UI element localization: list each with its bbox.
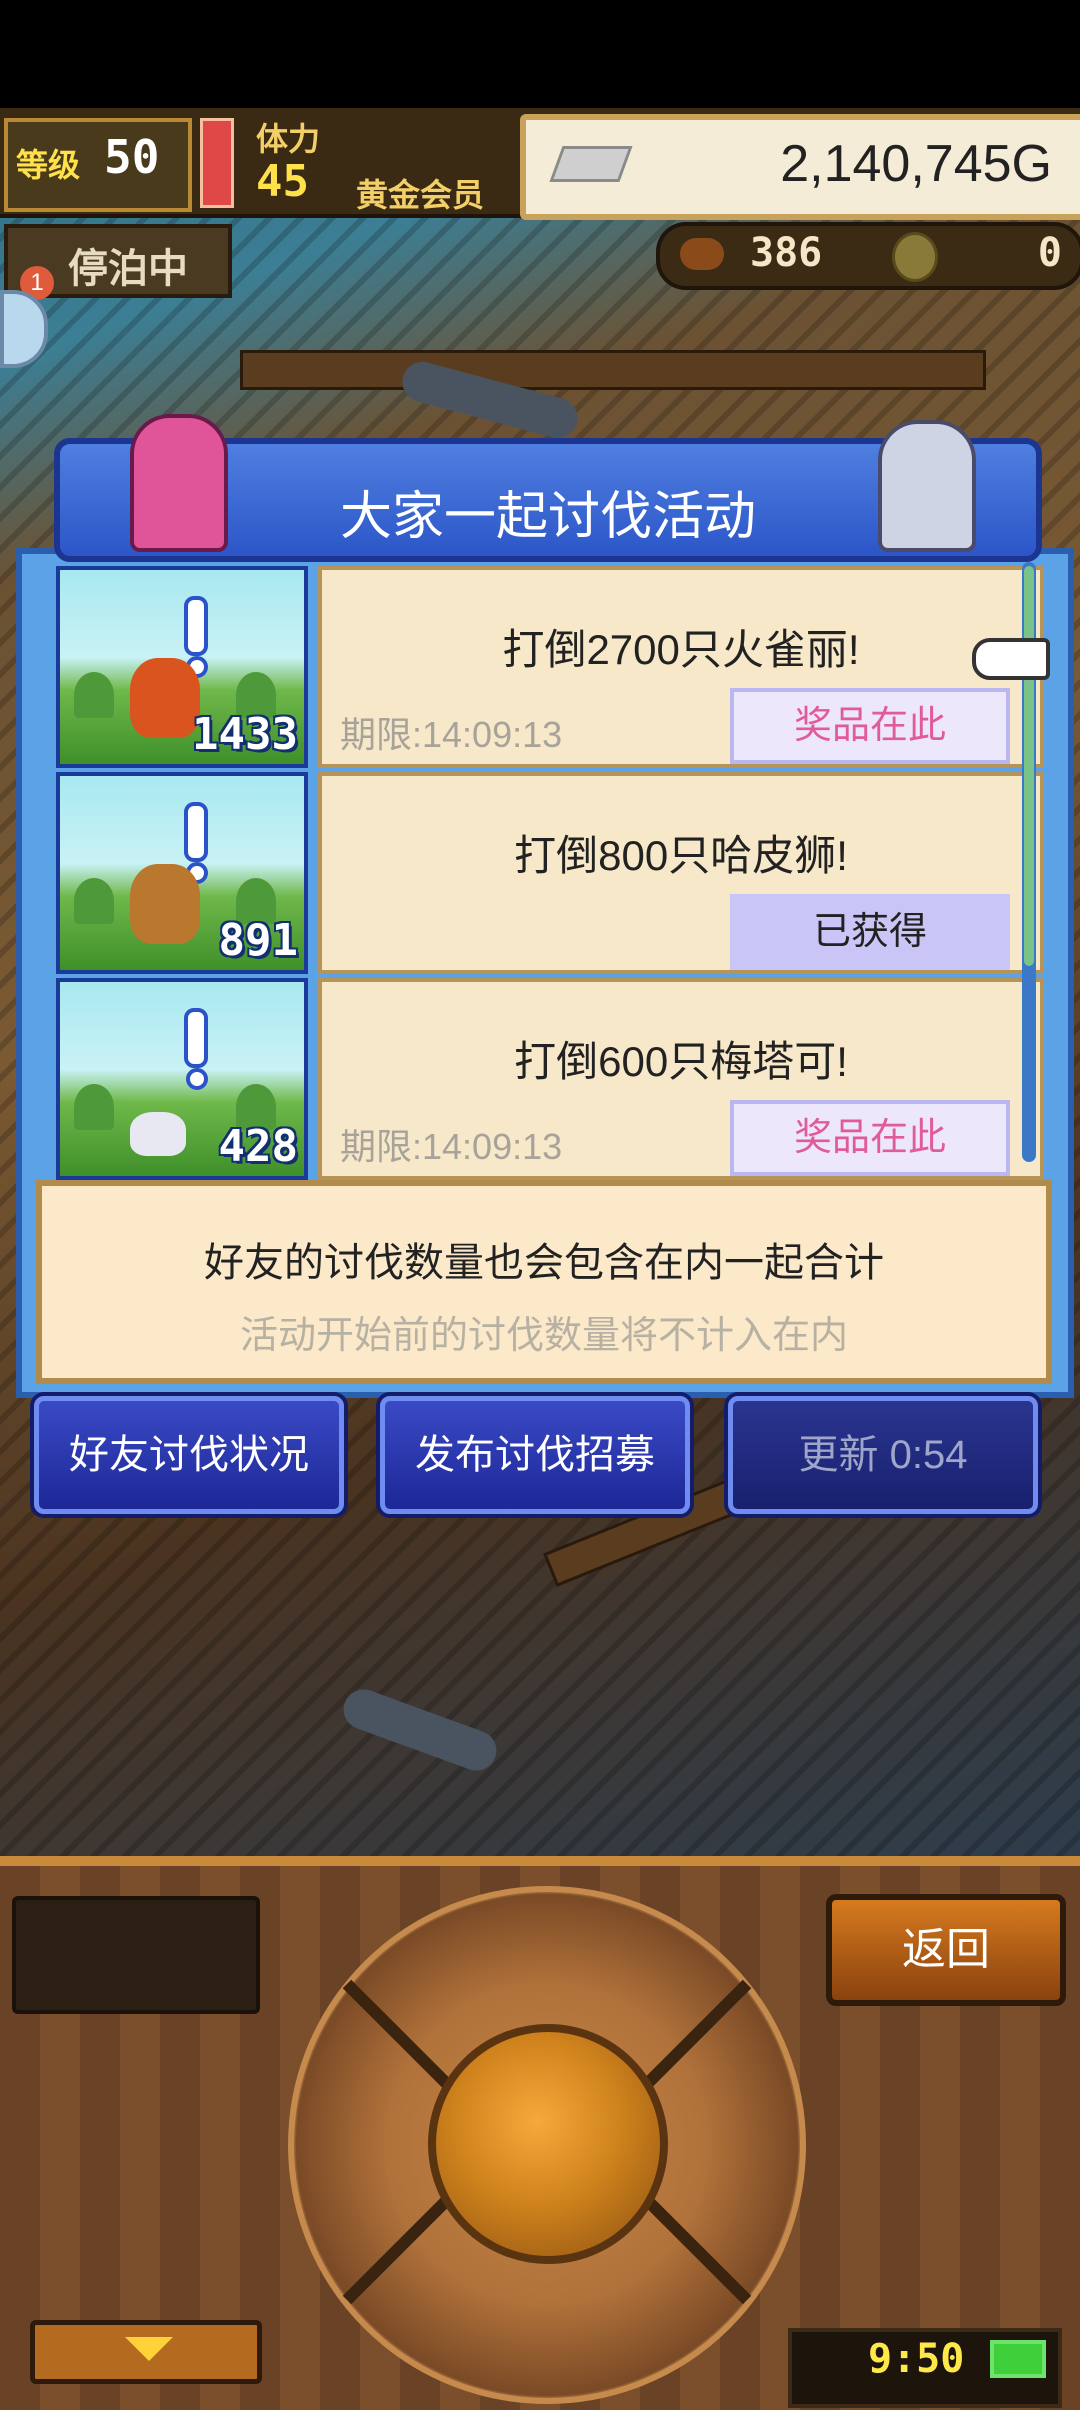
silver-bar-icon (549, 146, 633, 182)
food-count: 386 (750, 230, 823, 276)
control-panel: 返回 (0, 1856, 1080, 2410)
post-recruit-button[interactable]: 发布讨伐招募 (380, 1396, 690, 1514)
quest-text: 打倒2700只火雀丽! (502, 626, 860, 673)
menu-down-button[interactable] (30, 2320, 262, 2384)
gold-amount: 2,140,745G (780, 135, 1052, 193)
coin-count: 0 (1037, 230, 1062, 276)
stamina-label: 体力 (256, 120, 321, 158)
quest-text: 打倒800只哈皮狮! (514, 832, 848, 879)
monster-thumbnail: 891 (56, 772, 308, 974)
level-value: 50 (104, 130, 160, 184)
quest-card: 打倒600只梅塔可! 期限:14:09:13 奖品在此 (318, 978, 1044, 1180)
level-label: 等级 (16, 146, 81, 184)
meat-icon (680, 238, 724, 270)
quest-text: 打倒600只梅塔可! (514, 1038, 848, 1085)
event-note: 好友的讨伐数量也会包含在内一起合计 活动开始前的讨伐数量将不计入在内 (36, 1180, 1052, 1384)
note-sub-text: 活动开始前的讨伐数量将不计入在内 (239, 1315, 848, 1357)
stamina-bar (200, 118, 234, 208)
quest-scrollbar-thumb[interactable] (1024, 566, 1034, 966)
mooring-status-text: 停泊中 (68, 246, 188, 292)
top-hud: 等级 50 体力 45 黄金会员 2,140,745G (0, 108, 1080, 220)
quest-row[interactable]: 1433 打倒2700只火雀丽! 期限:14:09:13 奖品在此 (38, 566, 1044, 768)
quest-deadline: 期限:14:09:13 (340, 1126, 563, 1167)
alert-icon (184, 802, 208, 862)
down-arrow-icon (125, 2337, 173, 2361)
monster-thumbnail: 1433 (56, 566, 308, 768)
alert-icon (184, 596, 208, 656)
kill-count: 1433 (192, 709, 298, 760)
mini-screen (12, 1896, 260, 2014)
note-main-text: 好友的讨伐数量也会包含在内一起合计 (204, 1241, 884, 1285)
kill-count: 428 (218, 1121, 298, 1172)
reward-button[interactable]: 奖品在此 (730, 1100, 1010, 1176)
dpad-center-button[interactable] (428, 2024, 668, 2264)
kill-count: 891 (218, 915, 298, 966)
quest-card: 打倒800只哈皮狮! 已获得 (318, 772, 1044, 974)
monster-sprite (130, 658, 200, 738)
quest-row[interactable]: 428 打倒600只梅塔可! 期限:14:09:13 奖品在此 (38, 978, 1044, 1180)
quest-deadline: 期限:14:09:13 (340, 714, 563, 755)
battery-icon (990, 2340, 1046, 2378)
cannon (337, 1683, 503, 1777)
gold-box: 2,140,745G (520, 114, 1080, 220)
stamina-value: 45 (256, 156, 309, 207)
clock-text: 9:50 (868, 2336, 965, 2382)
quest-row[interactable]: 891 打倒800只哈皮狮! 已获得 (38, 772, 1044, 974)
panel-title: 大家一起讨伐活动 (339, 488, 756, 546)
level-box: 等级 50 (4, 118, 192, 212)
monster-thumbnail: 428 (56, 978, 308, 1180)
membership-label: 黄金会员 (356, 176, 485, 214)
ship-rail (240, 350, 986, 390)
monster-sprite (130, 864, 200, 944)
stamina-box: 体力 45 黄金会员 (194, 118, 514, 214)
pointing-hand-icon (972, 638, 1050, 680)
coin-icon (892, 232, 938, 282)
panel-header: 大家一起讨伐活动 (54, 414, 1042, 562)
back-button[interactable]: 返回 (826, 1894, 1066, 2006)
refresh-button[interactable]: 更新 0:54 (728, 1396, 1038, 1514)
quest-card: 打倒2700只火雀丽! 期限:14:09:13 奖品在此 (318, 566, 1044, 768)
reward-button[interactable]: 奖品在此 (730, 688, 1010, 764)
reward-claimed-label: 已获得 (730, 894, 1010, 970)
monster-sprite (130, 1112, 186, 1156)
alert-icon (184, 1008, 208, 1068)
resource-bar: 386 0 (656, 222, 1080, 290)
friend-status-button[interactable]: 好友讨伐状况 (34, 1396, 344, 1514)
